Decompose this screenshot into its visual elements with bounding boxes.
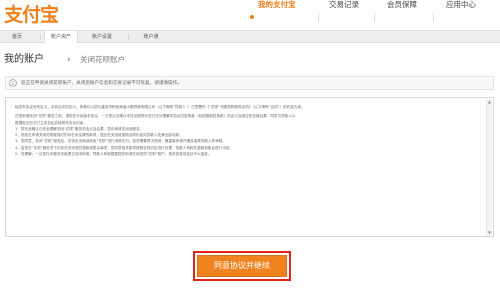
nav-divider <box>433 13 434 22</box>
page-title-bar: 我的账户 › 关闭花呗账户 <box>0 51 500 69</box>
nav-transaction-records[interactable]: 交易记录 <box>329 0 359 10</box>
info-icon <box>9 79 17 87</box>
nav-divider <box>318 13 319 22</box>
tab-account-settings[interactable]: 账户设置 <box>86 31 118 43</box>
tab-divider <box>128 34 129 40</box>
scroll-up-arrow-icon[interactable]: ▲ <box>487 99 492 105</box>
breadcrumb-current: 关闭花呗账户 <box>80 55 125 64</box>
top-header: 支付宝 我的支付宝 交易记录 会员保障 应用中心 <box>0 0 500 30</box>
tab-account-pass[interactable]: 账户通 <box>138 31 164 43</box>
alipay-logo[interactable]: 支付宝 <box>4 4 59 26</box>
agreement-line: 5、您理解，一旦您在本服务页面提交关闭申请，贷款人有权根据您的申请关闭您的“花呗… <box>15 152 212 157</box>
notice-text: 您正在申请关闭花呗账户，关闭后账户信息和交易记录不可恢复，请谨慎操作。 <box>21 81 182 86</box>
tab-divider <box>40 34 41 40</box>
page-title: 我的账户 <box>4 54 44 65</box>
nav-my-alipay[interactable]: 我的支付宝 <box>258 0 296 10</box>
warning-notice: 您正在申请关闭花呗账户，关闭后账户信息和交易记录不可恢复，请谨慎操作。 <box>5 76 494 90</box>
nav-divider <box>374 13 375 22</box>
breadcrumb-separator: › <box>67 55 71 65</box>
nav-member-protection[interactable]: 会员保障 <box>387 0 417 10</box>
agreement-textbox[interactable]: 除您本协议另有定义，本协议中的定义、条款均以您与重庆市蚂蚁商诚小额贷款有限公司（… <box>5 97 494 237</box>
scroll-down-arrow-icon[interactable]: ▼ <box>487 230 492 236</box>
agree-continue-button[interactable]: 同意协议并继续 <box>197 255 287 277</box>
tab-home[interactable]: 首页 <box>6 31 28 43</box>
tab-account-assets[interactable]: 账户资产 <box>44 31 78 43</box>
highlight-box: 同意协议并继续 <box>193 251 291 281</box>
sub-nav-tabs: 首页 账户资产 账户设置 账户通 <box>0 30 500 43</box>
active-nav-indicator <box>250 15 254 19</box>
agreement-scrollbar[interactable]: ▲ ▼ <box>486 99 492 236</box>
nav-app-center[interactable]: 应用中心 <box>446 0 476 10</box>
agreement-line: 除您本协议另有定义，本协议中的定义、条款均以您与重庆市蚂蚁商诚小额贷款有限公司（… <box>15 105 305 109</box>
